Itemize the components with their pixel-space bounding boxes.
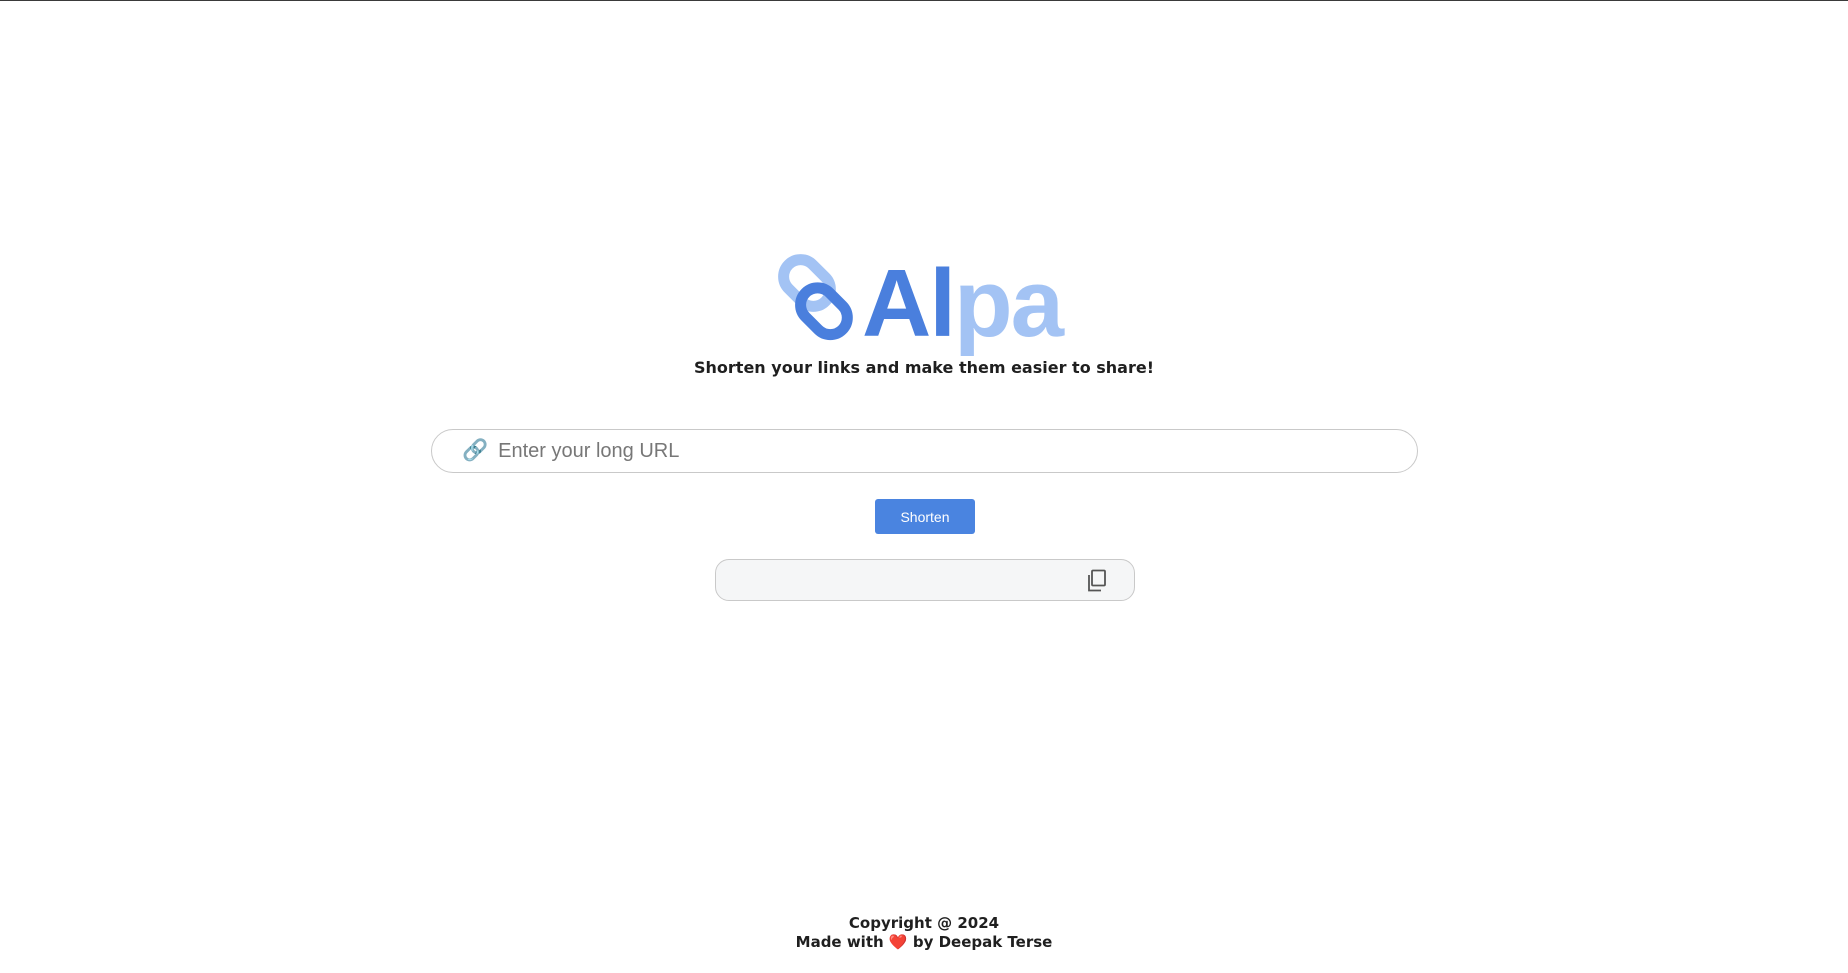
footer: Copyright @ 2024 Made with ❤️ by Deepak … (0, 914, 1848, 952)
logo-text: Alpa (862, 248, 1064, 360)
copy-icon[interactable] (1086, 569, 1108, 593)
shorten-button[interactable]: Shorten (875, 499, 975, 534)
made-with-prefix: Made with (795, 933, 884, 951)
tagline: Shorten your links and make them easier … (694, 358, 1154, 377)
logo-text-primary: Al (862, 250, 956, 357)
logo-text-secondary: pa (954, 250, 1064, 357)
made-with-line: Made with ❤️ by Deepak Terse (0, 933, 1848, 952)
chain-link-icon (778, 254, 853, 341)
url-field[interactable]: 🔗 (431, 429, 1418, 473)
made-with-suffix: by Deepak Terse (912, 933, 1053, 951)
link-icon: 🔗 (462, 439, 489, 462)
url-input[interactable] (496, 438, 1381, 464)
copyright-text: Copyright @ 2024 (848, 914, 1000, 932)
top-border (0, 0, 1848, 1)
heart-icon: ❤️ (888, 933, 908, 951)
short-url-output (715, 559, 1135, 601)
